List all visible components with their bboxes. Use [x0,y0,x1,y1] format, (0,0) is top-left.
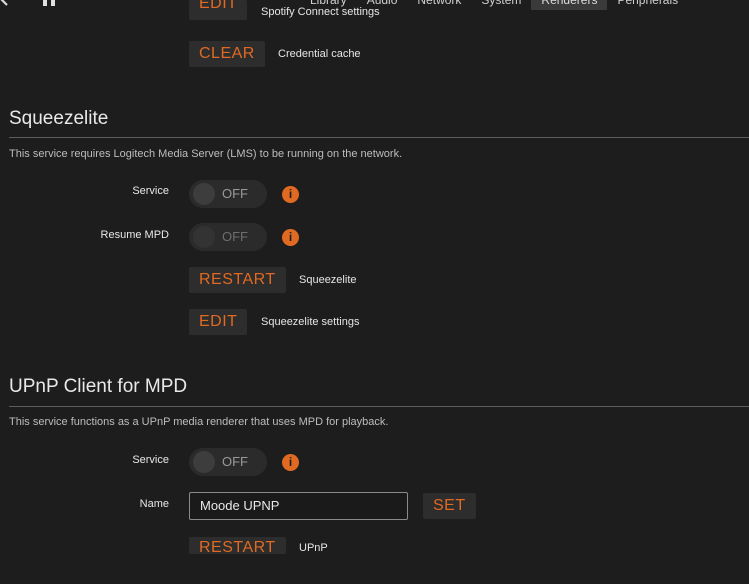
upnp-name-set-button[interactable]: SET [423,493,476,519]
info-icon[interactable]: i [282,454,299,471]
squeezelite-edit-button[interactable]: EDIT [189,309,248,335]
resume-mpd-label: Resume MPD [100,229,169,241]
section-divider [9,406,749,407]
tab-renderers[interactable]: Renderers [531,0,608,10]
squeezelite-restart-button[interactable]: RESTART [189,267,286,293]
squeezelite-section-title: Squeezelite [9,108,109,129]
clear-credentials-desc: Credential cache [278,48,361,60]
spotify-edit-desc: Spotify Connect settings [261,6,380,18]
upnp-section-title: UPnP Client for MPD [9,376,188,397]
home-icon[interactable] [38,0,60,11]
upnp-name-label: Name [139,498,169,510]
toggle-state: OFF [222,186,248,201]
toggle-knob [193,183,215,205]
toggle-state: OFF [222,454,248,469]
resume-mpd-toggle[interactable]: OFF [189,223,267,251]
toggle-knob [193,226,215,248]
info-icon[interactable]: i [282,186,299,203]
back-arrow-icon[interactable] [0,0,10,11]
squeezelite-description: This service requires Logitech Media Ser… [9,148,403,160]
tab-system[interactable]: System [471,0,531,10]
tab-network[interactable]: Network [407,0,471,10]
upnp-name-input[interactable]: Moode UPNP [189,492,408,520]
info-icon[interactable]: i [282,229,299,246]
upnp-service-label: Service [132,454,169,466]
upnp-service-toggle[interactable]: OFF [189,448,267,476]
section-divider [9,137,749,138]
squeezelite-service-label: Service [132,185,169,197]
upnp-restart-button[interactable]: RESTART [189,537,286,554]
squeezelite-service-toggle[interactable]: OFF [189,180,267,208]
toggle-state: OFF [222,229,248,244]
toggle-knob [193,451,215,473]
upnp-restart-desc: UPnP [299,542,328,554]
squeezelite-edit-desc: Squeezelite settings [261,316,360,328]
squeezelite-restart-desc: Squeezelite [299,274,357,286]
upnp-description: This service functions as a UPnP media r… [9,416,389,428]
renderers-config-page: Library Audio Network System Renderers P… [0,0,749,584]
spotify-edit-button[interactable]: EDIT [189,0,248,20]
clear-credentials-button[interactable]: CLEAR [189,41,265,67]
tab-peripherals[interactable]: Peripherals [607,0,688,10]
